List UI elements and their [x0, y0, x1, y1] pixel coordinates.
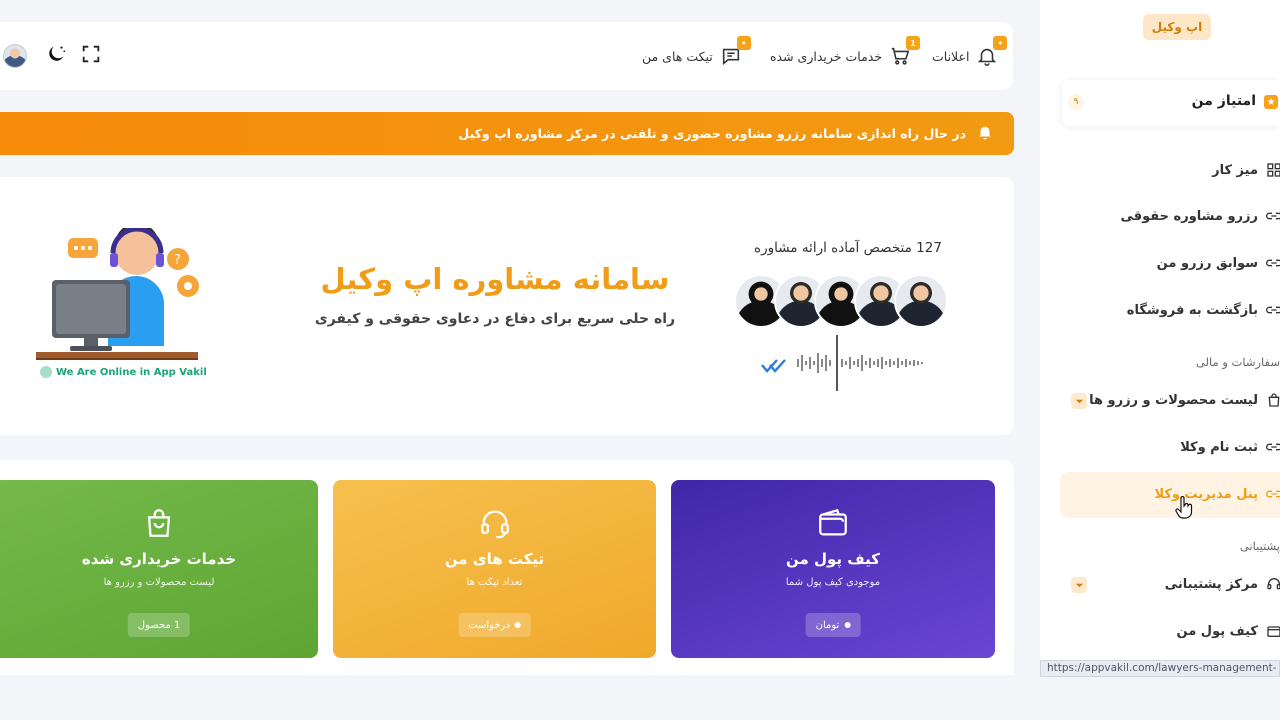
cart-icon: 1	[888, 36, 921, 68]
tickets-card-title: تیکت های من	[444, 550, 545, 568]
chevron-down-icon[interactable]	[1071, 577, 1087, 593]
wallet-chip-label: تومان	[815, 619, 840, 631]
wallet-balance-chip: تومان	[805, 613, 861, 637]
my-tickets-button[interactable]: • تیکت های من	[642, 22, 751, 90]
purchased-chip-label: 1 محصول	[137, 619, 181, 631]
hero-title: سامانه مشاوره اپ وکیل	[320, 262, 670, 296]
purchased-services-card[interactable]: خدمات خریداری شده لیست محصولات و رزرو ها…	[0, 480, 318, 658]
sidebar-item-label: کیف پول من	[1176, 623, 1258, 639]
notification-badge: •	[993, 36, 1008, 50]
products-count-chip: 1 محصول	[127, 613, 191, 637]
tickets-card-subtitle: تعداد تیکت ها	[466, 577, 523, 588]
section-title-support: پشتیبانی	[1239, 539, 1280, 553]
sidebar-item-back-to-shop[interactable]: بازگشت به فروشگاه	[1127, 296, 1280, 324]
my-points-label: امتیاز من	[1191, 93, 1256, 109]
purchased-services-button[interactable]: 1 خدمات خریداری شده	[770, 22, 921, 90]
sidebar-item-my-wallet[interactable]: کیف پول من	[1177, 617, 1280, 645]
chat-icon: •	[719, 36, 751, 68]
sidebar-item-label: رزرو مشاوره حقوقی	[1120, 208, 1258, 224]
bell-icon	[976, 123, 994, 144]
wallet-card-subtitle: موجودی کیف پول شما	[785, 577, 881, 588]
tickets-badge: •	[736, 36, 751, 50]
sidebar-item-label: ثبت نام وکلا	[1180, 439, 1258, 455]
support-agent-illustration: ?	[36, 228, 199, 360]
sidebar-item-support-center[interactable]: مرکز پشتیبانی	[1165, 570, 1280, 598]
chip-dot	[844, 622, 851, 628]
sidebar-item-dashboard[interactable]: میز کار	[1212, 156, 1280, 184]
banner-text: در حال راه اندازی سامانه رزرو مشاوره حضو…	[458, 126, 966, 141]
brand-logo[interactable]: اپ وکیل	[1143, 14, 1211, 40]
notifications-button[interactable]: • اعلانات	[932, 22, 1008, 90]
hero-subtitle: راه حلی سریع برای دفاع در دعاوی حقوقی و …	[314, 311, 676, 327]
tickets-card[interactable]: تیکت های من تعداد تیکت ها درخواست	[333, 480, 656, 658]
svg-text:?: ?	[174, 253, 181, 268]
sidebar-item-lawyers-panel[interactable]: پنل مدیریت وکلا	[1154, 480, 1280, 508]
link-icon	[1266, 255, 1280, 271]
bag-icon	[1266, 392, 1280, 408]
experts-count-text: 127 متخصص آماده ارائه مشاوره	[754, 240, 942, 256]
dashboard-icon	[1266, 162, 1280, 178]
fullscreen-button[interactable]	[80, 22, 102, 90]
tickets-count-chip: درخواست	[458, 613, 531, 637]
points-count: ۹	[1068, 94, 1084, 110]
headset-icon	[333, 506, 656, 542]
purchased-services-label: خدمات خریداری شده	[770, 48, 883, 64]
sidebar-item-label: بازگشت به فروشگاه	[1126, 302, 1258, 318]
link-icon	[1266, 439, 1280, 455]
shopping-bag-icon	[0, 506, 318, 542]
wallet-icon	[671, 506, 995, 542]
notifications-label: اعلانات	[932, 48, 970, 64]
sidebar-item-label: پنل مدیریت وکلا	[1154, 486, 1258, 502]
fullscreen-icon	[80, 43, 102, 69]
expert-avatars	[734, 274, 948, 328]
online-dot	[40, 366, 52, 378]
my-tickets-label: تیکت های من	[642, 48, 713, 64]
online-status-text: We Are Online in App Vakil	[56, 366, 207, 378]
chevron-down-icon[interactable]	[1071, 393, 1087, 409]
sidebar-item-label: سوابق رزرو من	[1156, 255, 1258, 271]
user-menu-button[interactable]	[3, 22, 27, 90]
moon-icon	[45, 43, 67, 69]
link-icon	[1266, 486, 1280, 502]
expert-avatar	[894, 274, 948, 328]
headset-icon	[1266, 576, 1280, 592]
bell-icon: •	[975, 36, 1008, 68]
online-status: We Are Online in App Vakil	[40, 366, 207, 378]
chip-dot	[514, 622, 521, 628]
star-icon: ★	[1264, 95, 1278, 109]
tickets-chip-label: درخواست	[468, 619, 510, 631]
theme-toggle-button[interactable]	[45, 22, 67, 90]
sidebar-item-lawyer-registration[interactable]: ثبت نام وکلا	[1180, 433, 1280, 461]
sidebar-item-label: مرکز پشتیبانی	[1164, 576, 1258, 592]
sidebar-item-label: لیست محصولات و رزرو ها	[1089, 392, 1258, 408]
voice-wave-graphic	[761, 335, 923, 391]
section-title-finance: سفارشات و مالی	[1195, 355, 1280, 369]
wallet-card-title: کیف پول من	[786, 550, 880, 568]
user-avatar	[3, 44, 27, 68]
purchased-card-subtitle: لیست محصولات و رزرو ها	[103, 577, 215, 588]
wallet-card[interactable]: کیف پول من موجودی کیف پول شما تومان	[671, 480, 995, 658]
announcement-banner: در حال راه اندازی سامانه رزرو مشاوره حضو…	[0, 112, 1014, 155]
hand-cursor-icon	[1175, 496, 1193, 519]
sidebar-item-book-consultation[interactable]: رزرو مشاوره حقوقی	[1120, 202, 1280, 230]
link-icon	[1266, 302, 1280, 318]
sidebar-item-label: میز کار	[1212, 162, 1258, 178]
wallet-icon	[1266, 623, 1280, 639]
purchased-card-title: خدمات خریداری شده	[81, 550, 237, 568]
my-points-panel[interactable]: ★ امتیاز من ۹	[1062, 80, 1280, 126]
sidebar-item-products-list[interactable]: لیست محصولات و رزرو ها	[1089, 386, 1280, 414]
link-icon	[1266, 208, 1280, 224]
cart-badge: 1	[906, 36, 921, 50]
sidebar-item-booking-history[interactable]: سوابق رزرو من	[1157, 249, 1280, 277]
status-bar-url: https://appvakil.com/lawyers-management-	[1040, 660, 1280, 677]
